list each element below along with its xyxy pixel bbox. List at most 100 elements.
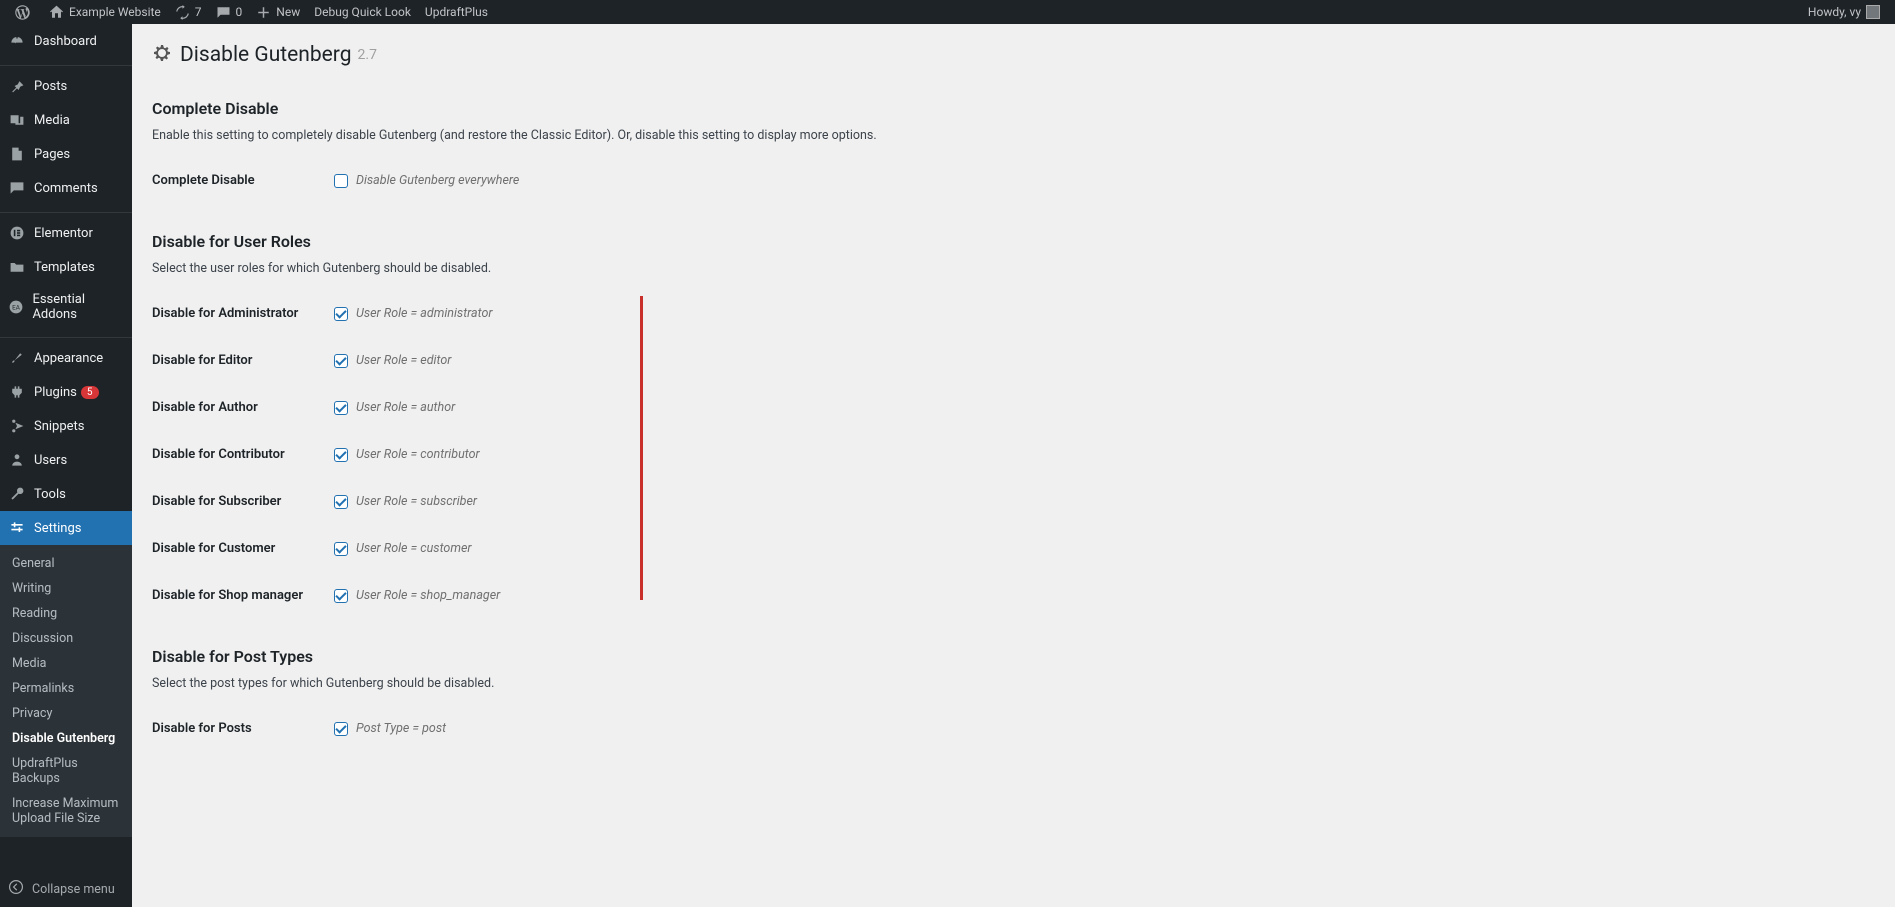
hint-complete-disable: Disable Gutenberg everywhere (356, 173, 519, 188)
comments-count: 0 (236, 5, 243, 19)
comment-icon (216, 5, 231, 20)
sidebar-item-media[interactable]: Media (0, 103, 132, 137)
hint-author: User Role = author (356, 400, 455, 415)
checkbox-subscriber[interactable] (334, 495, 348, 509)
pointer-icon (132, 520, 140, 536)
checkbox-shop-manager[interactable] (334, 589, 348, 603)
home-icon (49, 5, 64, 20)
submenu-disable-gutenberg[interactable]: Disable Gutenberg (0, 726, 132, 751)
row-label-subscriber: Disable for Subscriber (152, 478, 334, 525)
sidebar-item-appearance[interactable]: Appearance (0, 341, 132, 375)
section-complete-disable-desc: Enable this setting to completely disabl… (152, 128, 1875, 143)
hint-contributor: User Role = contributor (356, 447, 480, 462)
section-user-roles-heading: Disable for User Roles (152, 232, 1875, 251)
row-label-customer: Disable for Customer (152, 525, 334, 572)
plugin-version: 2.7 (358, 47, 377, 63)
site-name-text: Example Website (69, 5, 161, 19)
hint-editor: User Role = editor (356, 353, 451, 368)
sidebar-item-pages[interactable]: Pages (0, 137, 132, 171)
section-post-types-heading: Disable for Post Types (152, 647, 1875, 666)
wp-logo[interactable] (8, 0, 42, 24)
brush-icon (8, 349, 26, 367)
sidebar-item-tools[interactable]: Tools (0, 477, 132, 511)
elementor-icon (8, 224, 26, 242)
sidebar-item-users[interactable]: Users (0, 443, 132, 477)
updates-link[interactable]: 7 (168, 0, 209, 24)
sidebar-item-ea[interactable]: EAEssential Addons (0, 284, 132, 330)
svg-text:EA: EA (12, 303, 21, 311)
section-complete-disable-heading: Complete Disable (152, 99, 1875, 118)
user-menu[interactable]: Howdy, vy (1801, 0, 1887, 24)
section-post-types-desc: Select the post types for which Gutenber… (152, 676, 1875, 691)
plugins-badge: 5 (81, 386, 99, 399)
comment-icon (8, 179, 26, 197)
submenu-upload-size[interactable]: Increase Maximum Upload File Size (0, 791, 132, 831)
adminbar-item-updraft[interactable]: UpdraftPlus (418, 0, 495, 24)
checkbox-admin[interactable] (334, 307, 348, 321)
sidebar-item-posts[interactable]: Posts (0, 69, 132, 103)
ea-icon: EA (8, 298, 24, 316)
row-label-shop-manager: Disable for Shop manager (152, 572, 334, 619)
admin-bar: Example Website 7 0 New Debug Quick Look… (0, 0, 1895, 24)
avatar (1866, 5, 1880, 19)
pin-icon (8, 77, 26, 95)
new-label: New (276, 5, 300, 19)
collapse-icon (8, 879, 24, 899)
submenu-discussion[interactable]: Discussion (0, 626, 132, 651)
sidebar-item-dashboard[interactable]: Dashboard (0, 24, 132, 58)
comments-link[interactable]: 0 (209, 0, 250, 24)
hint-customer: User Role = customer (356, 541, 472, 556)
sliders-icon (8, 519, 26, 537)
howdy-text: Howdy, vy (1808, 5, 1861, 19)
scissors-icon (8, 417, 26, 435)
section-user-roles-desc: Select the user roles for which Gutenber… (152, 261, 1875, 276)
hint-posts: Post Type = post (356, 721, 446, 736)
sidebar-item-snippets[interactable]: Snippets (0, 409, 132, 443)
submenu-reading[interactable]: Reading (0, 601, 132, 626)
page-title: Disable Gutenberg (180, 43, 352, 67)
hint-admin: User Role = administrator (356, 306, 493, 321)
hint-shop-manager: User Role = shop_manager (356, 588, 500, 603)
row-label-complete-disable: Complete Disable (152, 157, 334, 204)
checkbox-contributor[interactable] (334, 448, 348, 462)
wrench-icon (8, 485, 26, 503)
sidebar-item-settings[interactable]: Settings (0, 511, 132, 545)
row-label-editor: Disable for Editor (152, 337, 334, 384)
checkbox-complete-disable[interactable] (334, 174, 348, 188)
row-label-author: Disable for Author (152, 384, 334, 431)
checkbox-customer[interactable] (334, 542, 348, 556)
plus-icon (256, 5, 271, 20)
admin-sidebar: Dashboard Posts Media Pages Comments Ele… (0, 24, 132, 907)
folder-icon (8, 258, 26, 276)
media-icon (8, 111, 26, 129)
new-content-link[interactable]: New (249, 0, 307, 24)
site-name-link[interactable]: Example Website (42, 0, 168, 24)
row-label-posts: Disable for Posts (152, 705, 334, 752)
updates-count: 7 (195, 5, 202, 19)
hint-subscriber: User Role = subscriber (356, 494, 477, 509)
dashboard-icon (8, 32, 26, 50)
update-icon (175, 5, 190, 20)
collapse-menu[interactable]: Collapse menu (0, 871, 132, 907)
adminbar-item-debug[interactable]: Debug Quick Look (307, 0, 418, 24)
submenu-writing[interactable]: Writing (0, 576, 132, 601)
sidebar-item-comments[interactable]: Comments (0, 171, 132, 205)
checkbox-author[interactable] (334, 401, 348, 415)
page-icon (8, 145, 26, 163)
sidebar-item-plugins[interactable]: Plugins5 (0, 375, 132, 409)
submenu-privacy[interactable]: Privacy (0, 701, 132, 726)
checkbox-posts[interactable] (334, 722, 348, 736)
submenu-general[interactable]: General (0, 551, 132, 576)
page-title-wrap: Disable Gutenberg 2.7 (152, 34, 1875, 71)
row-label-admin: Disable for Administrator (152, 290, 334, 337)
sidebar-item-templates[interactable]: Templates (0, 250, 132, 284)
submenu-media[interactable]: Media (0, 651, 132, 676)
plugin-icon (8, 383, 26, 401)
gear-icon (152, 43, 172, 67)
user-icon (8, 451, 26, 469)
wordpress-icon (15, 5, 30, 20)
checkbox-editor[interactable] (334, 354, 348, 368)
sidebar-item-elementor[interactable]: Elementor (0, 216, 132, 250)
submenu-permalinks[interactable]: Permalinks (0, 676, 132, 701)
submenu-updraft[interactable]: UpdraftPlus Backups (0, 751, 132, 791)
